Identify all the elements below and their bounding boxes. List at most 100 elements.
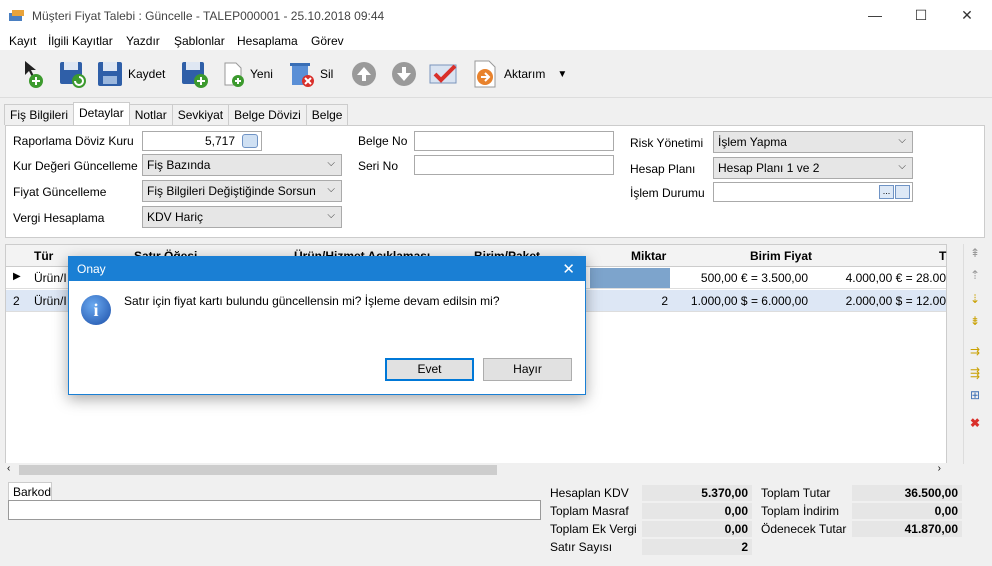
save-button[interactable]: Kaydet xyxy=(96,56,165,92)
chevron-down-icon: ⌵ xyxy=(327,158,335,169)
row-unit-price[interactable]: 1.000,00 $ = 6.000,00 xyxy=(670,294,808,308)
row-total[interactable]: 2.000,00 $ = 12.00 xyxy=(810,294,946,308)
rate-field[interactable]: 5,717 xyxy=(142,131,262,151)
insert-row-icon[interactable]: ⇉ xyxy=(967,344,983,360)
account-plan-select[interactable]: Hesap Planı 1 ve 2 ⌵ xyxy=(713,157,913,179)
account-plan-label: Hesap Planı xyxy=(630,162,696,176)
save-label: Kaydet xyxy=(128,67,166,81)
menu-yazdir[interactable]: Yazdır xyxy=(126,34,160,48)
maximize-button[interactable]: ☐ xyxy=(906,4,936,26)
kdv-value: 5.370,00 xyxy=(642,485,752,501)
transfer-button[interactable]: Aktarım ▼ xyxy=(472,56,567,92)
save-close-button[interactable] xyxy=(58,56,88,92)
sidebar-divider xyxy=(963,244,964,464)
scroll-thumb[interactable] xyxy=(19,465,497,475)
extra-tax-value: 0,00 xyxy=(642,521,752,537)
doc-no-label: Belge No xyxy=(358,134,408,148)
minimize-button[interactable]: — xyxy=(860,4,890,26)
menu-hesaplama[interactable]: Hesaplama xyxy=(237,34,298,48)
row-type: Ürün/I xyxy=(34,294,67,308)
transfer-dropdown-icon[interactable]: ▼ xyxy=(557,69,567,80)
tab-detaylar[interactable]: Detaylar xyxy=(73,102,130,125)
row-type: Ürün/I xyxy=(34,271,67,285)
delete-label: Sil xyxy=(320,67,334,81)
checklist-icon xyxy=(429,64,457,84)
barkod-tab[interactable]: Barkod xyxy=(8,482,52,500)
row-number: 2 xyxy=(13,294,20,308)
scroll-right-icon[interactable]: › xyxy=(938,463,941,474)
price-update-select[interactable]: Fiş Bilgileri Değiştiğinde Sorsun ⌵ xyxy=(142,180,342,202)
status-label: İşlem Durumu xyxy=(630,186,705,200)
rate-value: 5,717 xyxy=(204,134,235,148)
col-unit-price[interactable]: Birim Fiyat xyxy=(750,249,812,263)
serial-input[interactable] xyxy=(414,155,614,175)
row-total[interactable]: 4.000,00 € = 28.00 xyxy=(810,271,946,285)
col-type[interactable]: Tür xyxy=(34,249,53,263)
yes-button[interactable]: Evet xyxy=(385,358,474,381)
tree-icon[interactable]: ⊞ xyxy=(967,388,983,404)
move-up-icon[interactable]: ⇡ xyxy=(967,268,983,284)
new-button[interactable]: Yeni xyxy=(222,56,273,92)
expense-label: Toplam Masraf xyxy=(550,504,629,518)
window-title: Müşteri Fiyat Talebi : Güncelle - TALEP0… xyxy=(32,9,385,23)
add-line-button[interactable] xyxy=(22,56,46,92)
no-button[interactable]: Hayır xyxy=(483,358,572,381)
account-plan-value: Hesap Planı 1 ve 2 xyxy=(718,161,820,175)
menu-gorev[interactable]: Görev xyxy=(311,34,344,48)
status-input[interactable]: ... xyxy=(713,182,913,202)
menu-sablonlar[interactable]: Şablonlar xyxy=(174,34,225,48)
risk-value: İşlem Yapma xyxy=(718,135,787,149)
tab-sevkiyat[interactable]: Sevkiyat xyxy=(171,104,230,125)
rows-label: Satır Sayısı xyxy=(550,540,613,554)
save-new-button[interactable] xyxy=(180,56,210,92)
barkod-input[interactable] xyxy=(8,500,541,520)
move-top-icon[interactable]: ⇞ xyxy=(967,246,983,262)
risk-select[interactable]: İşlem Yapma ⌵ xyxy=(713,131,913,153)
details-form: Raporlama Döviz Kuru 5,717 Kur Değeri Gü… xyxy=(5,125,985,238)
row-unit-price[interactable]: 500,00 € = 3.500,00 xyxy=(670,271,808,285)
menu-bar: Kayıt İlgili Kayıtlar Yazdır Şablonlar H… xyxy=(0,31,992,50)
dialog-close-button[interactable]: ✕ xyxy=(562,260,575,278)
new-document-icon xyxy=(224,62,244,87)
row-quantity[interactable]: 2 xyxy=(590,294,668,308)
copy-row-icon[interactable]: ⇶ xyxy=(967,366,983,382)
approve-button[interactable] xyxy=(428,56,460,92)
arrow-up-icon xyxy=(352,62,376,86)
save-add-icon xyxy=(182,62,208,88)
toolbar: Kaydet Yeni Sil Aktarım ▼ xyxy=(0,50,992,98)
close-button[interactable]: ✕ xyxy=(952,4,982,26)
col-total[interactable]: T xyxy=(939,249,946,263)
doc-no-input[interactable] xyxy=(414,131,614,151)
rate-lookup-icon[interactable] xyxy=(242,134,258,148)
grid-tools: ⇞ ⇡ ⇣ ⇟ ⇉ ⇶ ⊞ ✖ xyxy=(963,244,987,464)
horizontal-scrollbar[interactable]: ‹ › xyxy=(5,463,947,477)
delete-icon xyxy=(290,63,314,87)
scroll-left-icon[interactable]: ‹ xyxy=(7,463,10,474)
tab-fis-bilgileri[interactable]: Fiş Bilgileri xyxy=(4,104,75,125)
ellipsis-icon[interactable]: ... xyxy=(879,185,894,199)
tab-belge-dovizi[interactable]: Belge Dövizi xyxy=(228,104,307,125)
delete-row-icon[interactable]: ✖ xyxy=(967,416,983,432)
kdv-label: Hesaplan KDV xyxy=(550,486,629,500)
move-down-icon[interactable]: ⇣ xyxy=(967,292,983,308)
move-down-button[interactable] xyxy=(390,56,418,92)
move-up-button[interactable] xyxy=(350,56,378,92)
tax-select[interactable]: KDV Hariç ⌵ xyxy=(142,206,342,228)
col-quantity[interactable]: Miktar xyxy=(631,249,666,263)
chevron-down-icon: ⌵ xyxy=(898,135,906,146)
tab-belge[interactable]: Belge xyxy=(305,104,349,125)
move-bottom-icon[interactable]: ⇟ xyxy=(967,314,983,330)
rate-update-select[interactable]: Fiş Bazında ⌵ xyxy=(142,154,342,176)
dialog-titlebar: Onay ✕ xyxy=(69,257,585,281)
transfer-label: Aktarım xyxy=(504,67,546,81)
tab-notlar[interactable]: Notlar xyxy=(128,104,173,125)
delete-button[interactable]: Sil xyxy=(288,56,333,92)
price-update-value: Fiş Bilgileri Değiştiğinde Sorsun xyxy=(147,184,316,198)
menu-ilgili-kayitlar[interactable]: İlgili Kayıtlar xyxy=(48,34,113,48)
cursor-add-icon xyxy=(25,61,43,88)
menu-kayit[interactable]: Kayıt xyxy=(9,34,36,48)
rate-label: Raporlama Döviz Kuru xyxy=(13,134,134,148)
save-refresh-icon xyxy=(60,62,86,88)
grid-icon[interactable] xyxy=(895,185,910,199)
dialog-message: Satır için fiyat kartı bulundu güncellen… xyxy=(124,294,500,308)
